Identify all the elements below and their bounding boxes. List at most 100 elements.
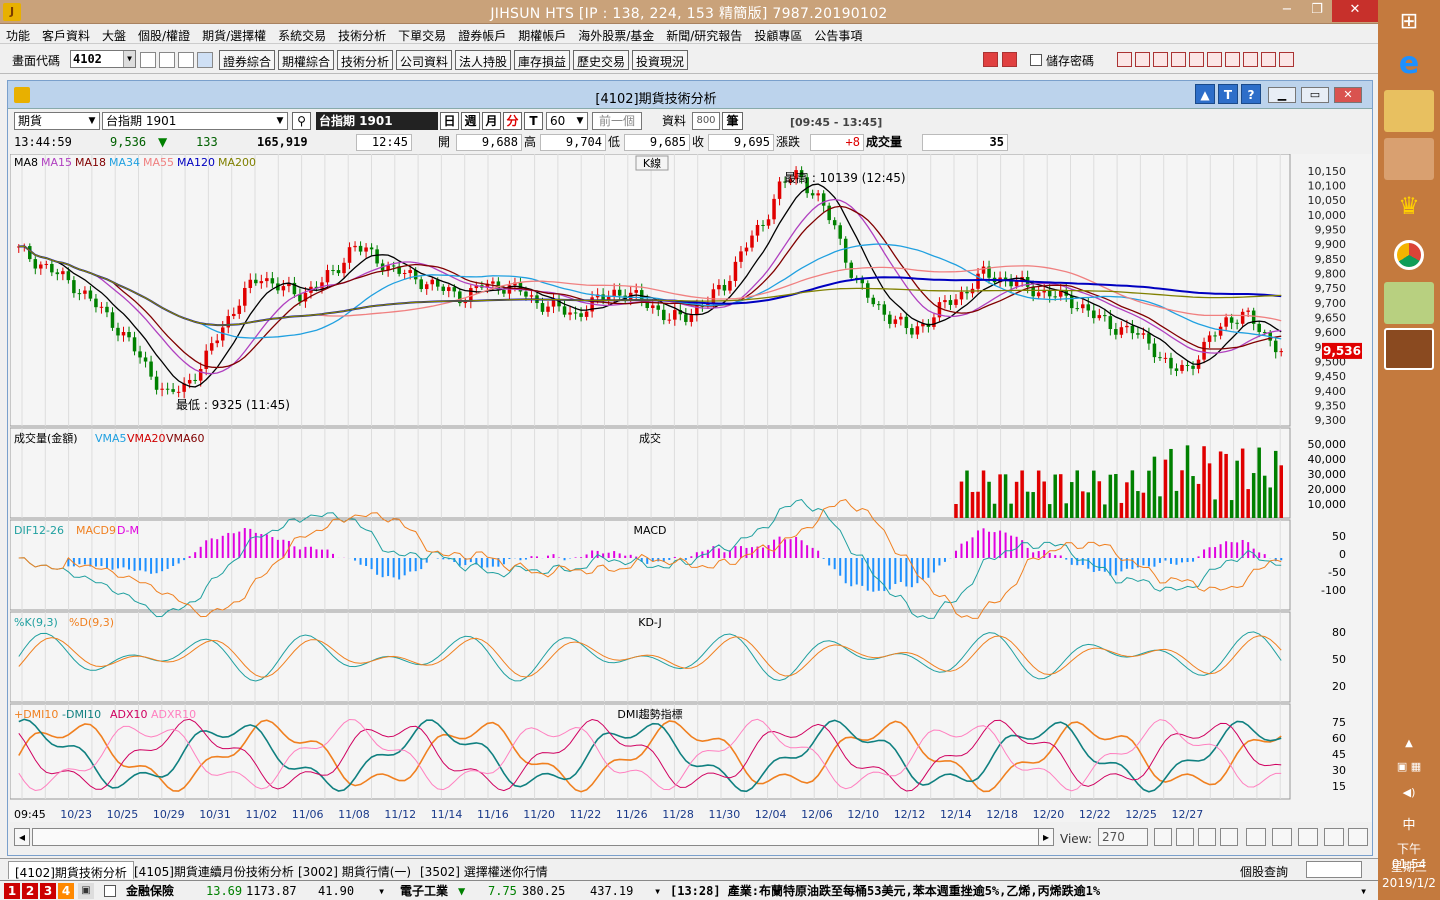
- tab-4102[interactable]: [4102]期貨技術分析: [8, 861, 134, 880]
- menu-item-customer[interactable]: 客戶資料: [36, 24, 96, 43]
- page-3-button[interactable]: 3: [40, 883, 56, 899]
- zoom-out-icon[interactable]: [1176, 828, 1194, 846]
- pencil-icon[interactable]: [1324, 828, 1344, 846]
- menu-item-system-trade[interactable]: 系統交易: [272, 24, 332, 43]
- file-explorer-icon[interactable]: [1384, 90, 1434, 132]
- close-button[interactable]: ✕: [1332, 0, 1378, 22]
- nav-back-icon[interactable]: [983, 52, 998, 67]
- tool-icon-2[interactable]: [1135, 52, 1150, 67]
- search-tool-icon[interactable]: [140, 52, 156, 68]
- type-select[interactable]: 期貨 ▼: [14, 112, 100, 130]
- ie-icon[interactable]: e: [1384, 44, 1434, 86]
- chevron-down-icon[interactable]: ▾: [1360, 883, 1367, 899]
- jihsun-taskbar-icon[interactable]: [1384, 328, 1434, 370]
- tool-icon-6[interactable]: [1207, 52, 1222, 67]
- securities-summary-button[interactable]: 證券綜合: [219, 50, 276, 70]
- menu-item-tech-analysis[interactable]: 技術分析: [332, 24, 392, 43]
- data-unit-button[interactable]: 筆: [722, 112, 743, 130]
- instrument-select[interactable]: 台指期 1901 ▼: [102, 112, 288, 130]
- chart-svg[interactable]: 10,15010,10010,05010,0009,9509,9009,8509…: [9, 153, 1372, 822]
- menu-item-overseas[interactable]: 海外股票/基金: [572, 24, 660, 43]
- history-button[interactable]: 歷史交易: [573, 50, 630, 70]
- prev-button[interactable]: 前一個: [592, 112, 642, 130]
- period-week-button[interactable]: 週: [461, 112, 480, 130]
- scroll-right-button[interactable]: ▸: [1038, 828, 1054, 846]
- save-password-checkbox[interactable]: [1030, 54, 1042, 66]
- nav-forward-icon[interactable]: [1002, 52, 1017, 67]
- period-tick-button[interactable]: T: [524, 112, 543, 130]
- tab-3502[interactable]: [3502] 選擇權迷你行情: [414, 861, 554, 879]
- menu-item-function[interactable]: 功能: [0, 24, 36, 43]
- tray-up-icon[interactable]: ▲: [1378, 738, 1440, 749]
- stock-query-input[interactable]: [1306, 861, 1362, 878]
- menu-item-order[interactable]: 下單交易: [392, 24, 452, 43]
- tool-icon-7[interactable]: [1225, 52, 1240, 67]
- move-left-icon[interactable]: [1198, 828, 1216, 846]
- menu-item-futures-account[interactable]: 期權帳戶: [512, 24, 572, 43]
- lock-icon[interactable]: ▣: [78, 883, 94, 899]
- indicator-icon[interactable]: [1246, 828, 1266, 846]
- period-day-button[interactable]: 日: [440, 112, 459, 130]
- windows-start-icon[interactable]: ⊞: [1384, 2, 1434, 44]
- maximize-button[interactable]: ❐: [1302, 0, 1332, 22]
- ticker-checkbox[interactable]: [104, 885, 116, 897]
- dropdown-icon[interactable]: [197, 52, 213, 68]
- options-summary-button[interactable]: 期權綜合: [278, 50, 335, 70]
- tool-icon-3[interactable]: [1153, 52, 1168, 67]
- company-info-button[interactable]: 公司資料: [396, 50, 453, 70]
- menu-item-stocks[interactable]: 個股/權證: [132, 24, 196, 43]
- search-icon[interactable]: ⚲: [292, 112, 311, 130]
- printer-icon[interactable]: [1261, 52, 1276, 67]
- investment-status-button[interactable]: 投資現況: [632, 50, 689, 70]
- copy-icon[interactable]: [1272, 828, 1292, 846]
- table-icon[interactable]: [1298, 828, 1318, 846]
- folder-icon[interactable]: [159, 52, 175, 68]
- text-tool-icon[interactable]: T: [1218, 84, 1238, 104]
- horizontal-scrollbar[interactable]: [32, 828, 1042, 846]
- page-4-button[interactable]: 4: [58, 883, 74, 899]
- chevron-down-icon[interactable]: ▼: [123, 51, 135, 67]
- tool-icon-4[interactable]: [1171, 52, 1186, 67]
- chart-area[interactable]: 10,150 10,100 10,050 10,000 9,950 9,900 9,850 9…: [9, 153, 1372, 822]
- inner-minimize-button[interactable]: ▁: [1268, 87, 1296, 103]
- speaker-icon[interactable]: ◀): [1378, 786, 1440, 799]
- crown-icon[interactable]: ♛: [1384, 186, 1434, 228]
- menu-item-securities-account[interactable]: 證券帳戶: [452, 24, 512, 43]
- news-ticker[interactable]: [13:28] 產業:布蘭特原油跌至每桶53美元,苯本週重挫逾5%,乙烯,丙烯跌…: [670, 883, 1100, 899]
- help-icon[interactable]: ?: [1241, 84, 1261, 104]
- scroll-left-button[interactable]: ◂: [14, 828, 30, 846]
- paint-icon[interactable]: [1384, 138, 1434, 180]
- page-1-button[interactable]: 1: [4, 883, 20, 899]
- chart-icon[interactable]: [178, 52, 194, 68]
- inventory-pl-button[interactable]: 庫存損益: [514, 50, 571, 70]
- tool-icon-5[interactable]: [1189, 52, 1204, 67]
- chevron-down-icon[interactable]: ▾: [378, 883, 385, 899]
- screen-code-input[interactable]: 4102 ▼: [70, 50, 136, 68]
- tool-icon-1[interactable]: [1117, 52, 1132, 67]
- settings-gear-icon[interactable]: [1348, 828, 1368, 846]
- page-2-button[interactable]: 2: [22, 883, 38, 899]
- minimize-button[interactable]: −: [1272, 0, 1302, 22]
- tab-4105[interactable]: [4105]期貨連續月份技術分析: [128, 861, 300, 879]
- institutional-button[interactable]: 法人持股: [455, 50, 512, 70]
- tech-analysis-button[interactable]: 技術分析: [337, 50, 394, 70]
- period-month-button[interactable]: 月: [482, 112, 501, 130]
- inner-maximize-button[interactable]: ▭: [1301, 87, 1329, 103]
- tab-3002[interactable]: [3002] 期貨行情(一): [292, 861, 417, 879]
- chevron-down-icon[interactable]: ▾: [654, 883, 661, 899]
- data-count-input[interactable]: 800: [692, 112, 720, 130]
- inner-close-button[interactable]: ✕: [1334, 87, 1362, 103]
- tray-icons[interactable]: ▣ ▦: [1378, 760, 1440, 773]
- move-right-icon[interactable]: [1220, 828, 1238, 846]
- menu-item-news[interactable]: 新聞/研究報告: [660, 24, 748, 43]
- tool-icon-10[interactable]: [1279, 52, 1294, 67]
- tool-icon-8[interactable]: [1243, 52, 1258, 67]
- period-minute-button[interactable]: 分: [503, 112, 522, 130]
- ime-indicator[interactable]: 中: [1378, 814, 1440, 833]
- sticky-notes-icon[interactable]: [1384, 282, 1434, 324]
- chrome-icon[interactable]: [1384, 234, 1434, 276]
- menu-item-market[interactable]: 大盤: [96, 24, 132, 43]
- view-count[interactable]: 270: [1098, 828, 1148, 846]
- menu-item-futures[interactable]: 期貨/選擇權: [196, 24, 272, 43]
- menu-item-advisor[interactable]: 投顧專區: [748, 24, 808, 43]
